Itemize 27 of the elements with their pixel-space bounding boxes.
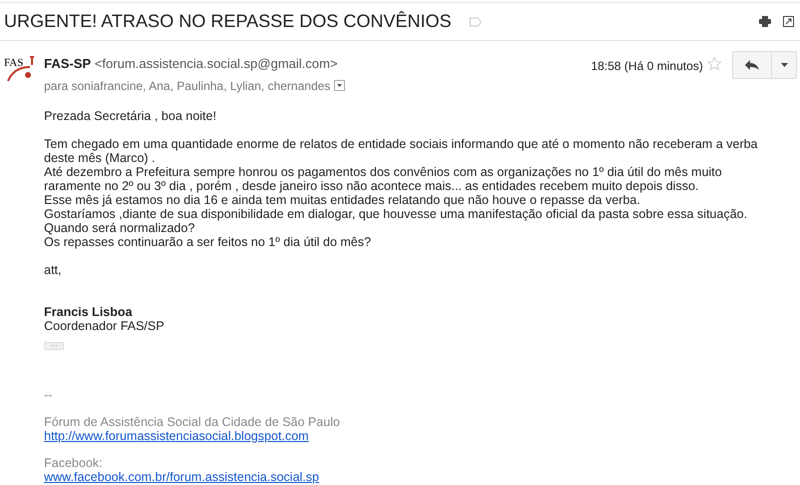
show-trimmed-button[interactable]: ···: [44, 342, 64, 350]
message-text: Gostaríamos ,diante de sua disponibilidade em dialogar, que houvesse uma manifestação oficial da pasta sobre essa situação.: [44, 206, 748, 220]
star-icon[interactable]: [707, 56, 722, 71]
dropdown-icon[interactable]: [334, 80, 346, 91]
message-text: Até dezembro a Prefeitura sempre honrou os pagamentos dos convênios com as organizações no 1º dia útil do mês muito raramente no 2º ou 3º dia , porém , desde janeiro isso não acontece mais... as entidades recebem muito depois disso.: [44, 164, 723, 192]
reply-icon: [745, 60, 759, 70]
recipients: para soniafrancine, Ana, Paulinha, Lylian, chernandes: [44, 78, 330, 94]
footer-text: Facebook:: [44, 456, 104, 470]
timestamp: 18:58 (Há 0 minutos): [590, 58, 703, 75]
message-text: Quando será normalizado?: [44, 220, 196, 234]
message-text: att,: [44, 262, 62, 276]
message-text: Tem chegado em uma quantidade enorme de relatos de entidade sociais informando que até o momento não receberam a verba deste mês (Marco) .: [44, 136, 759, 164]
footer-link[interactable]: http://www.forumassistenciasocial.blogspot.com: [44, 428, 309, 442]
email-subject: URGENTE! ATRASO NO REPASSE DOS CONVÊNIOS: [4, 10, 452, 33]
caret-icon: [780, 63, 788, 67]
footer-link[interactable]: www.facebook.com.br/forum.assistencia.social.sp: [44, 470, 320, 484]
message-text: Prezada Secretária , boa noite!: [44, 108, 218, 122]
signature-name: Francis Lisboa: [44, 304, 134, 318]
sender-name: FAS-SP: [44, 56, 91, 71]
reply-button[interactable]: [732, 51, 772, 79]
message-text: Os repasses continuarão a ser feitos no 1º dia útil do mês?: [44, 234, 372, 248]
new-window-icon[interactable]: [783, 16, 794, 27]
footer-text: --: [44, 388, 54, 402]
footer-text: Fórum de Assistência Social da Cidade de São Paulo: [44, 414, 342, 428]
message-text: Esse mês já estamos no dia 16 e ainda tem muitas entidades relatando que não houve o repasse da verba.: [44, 192, 640, 206]
signature-role: Coordenador FAS/SP: [44, 318, 166, 332]
sender-email: <forum.assistencia.social.sp@gmail.com>: [94, 56, 338, 71]
